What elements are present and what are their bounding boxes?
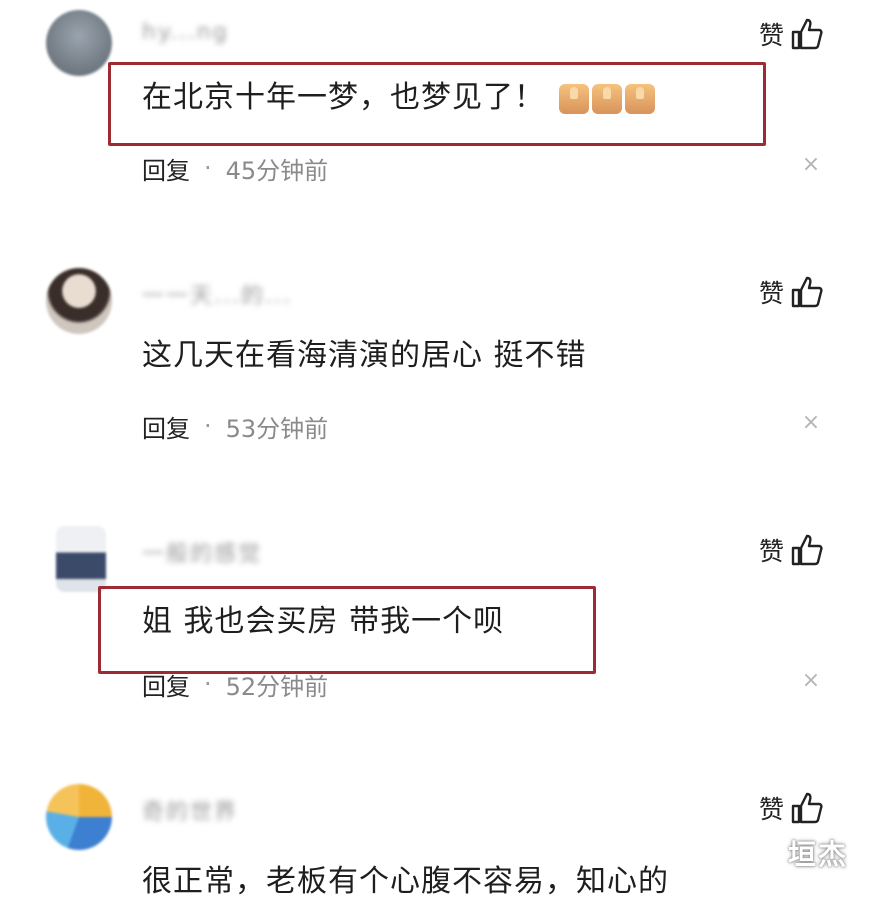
thumbs-up-icon xyxy=(790,17,824,51)
close-icon[interactable]: × xyxy=(800,412,822,434)
comment-text: 很正常，老板有个心腹不容易，知心的 xyxy=(142,864,669,899)
like-label: 赞 xyxy=(758,21,784,50)
separator-dot: · xyxy=(204,154,212,182)
close-icon[interactable]: × xyxy=(800,154,822,176)
separator-dot: · xyxy=(204,412,212,440)
timestamp: 53分钟前 xyxy=(225,414,329,443)
highlight-box xyxy=(108,62,766,146)
username[interactable]: hy...ng xyxy=(142,20,229,50)
like-button[interactable]: 赞 xyxy=(759,272,824,312)
close-icon[interactable]: × xyxy=(800,670,822,692)
thumbs-up-icon xyxy=(790,275,824,309)
separator-dot: · xyxy=(204,670,212,698)
like-button[interactable]: 赞 xyxy=(759,788,824,828)
comment-text: 这几天在看海清演的居心 挺不错 xyxy=(142,338,587,373)
avatar[interactable] xyxy=(46,10,112,76)
avatar[interactable] xyxy=(46,268,112,334)
like-label: 赞 xyxy=(758,537,784,566)
avatar[interactable] xyxy=(56,526,106,592)
username[interactable]: 奇的世界 xyxy=(142,794,238,825)
thumbs-up-icon xyxy=(790,791,824,825)
reply-button[interactable]: 回复 xyxy=(142,409,190,444)
highlight-box xyxy=(98,586,596,674)
like-button[interactable]: 赞 xyxy=(759,530,824,570)
reply-button[interactable]: 回复 xyxy=(142,151,190,186)
avatar[interactable] xyxy=(46,784,112,850)
comment-item: 一一天...的... 赞 这几天在看海清演的居心 挺不错 回复 · 53分钟前 … xyxy=(0,258,870,516)
comment-meta: 回复 · 45分钟前 xyxy=(142,150,328,186)
thumbs-up-icon xyxy=(790,533,824,567)
like-label: 赞 xyxy=(758,795,784,824)
watermark: 垣杰 xyxy=(787,838,848,871)
timestamp: 45分钟前 xyxy=(225,156,329,185)
like-button[interactable]: 赞 xyxy=(759,14,824,54)
like-label: 赞 xyxy=(758,279,784,308)
comment-meta: 回复 · 53分钟前 xyxy=(142,408,328,444)
username[interactable]: 一般的感觉 xyxy=(142,536,262,567)
comment-item: 奇的世界 赞 很正常，老板有个心腹不容易，知心的 xyxy=(0,774,870,903)
username[interactable]: 一一天...的... xyxy=(142,278,292,309)
